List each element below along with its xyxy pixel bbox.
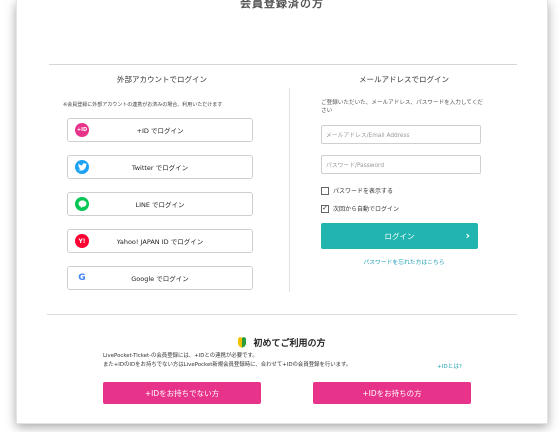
twitter-login-label: Twitter でログイン	[131, 164, 189, 172]
email-login-heading: メールアドレスでログイン	[359, 75, 449, 84]
auto-login-label: 次回から自動でログイン	[333, 206, 400, 213]
external-buttons: +ID +ID でログイン Twitter でログイン LINE でログイン Y…	[67, 118, 257, 290]
yahoo-login-button[interactable]: Y! Yahoo! JAPAN ID でログイン	[67, 229, 253, 253]
plus-id-login-label: +ID でログイン	[136, 127, 184, 135]
twitter-icon	[75, 160, 89, 174]
login-panel: 会員登録済の方 外部アカウントでログイン ※会員登録に外部アカウントの連携がお済…	[16, 0, 548, 424]
yahoo-icon: Y!	[75, 234, 89, 248]
first-time-line-1: LivePocket-Ticket-の会員登録には、+IDとの連携が必要です。	[103, 353, 258, 359]
external-login-note: ※会員登録に外部アカウントの連携がお済みの場合、利用いただけます	[63, 102, 223, 108]
login-button[interactable]: ログイン ›	[321, 223, 478, 249]
yahoo-login-label: Yahoo! JAPAN ID でログイン	[116, 238, 204, 246]
line-icon	[75, 197, 89, 211]
chevron-right-icon: ›	[465, 229, 470, 242]
google-login-label: Google でログイン	[131, 275, 189, 283]
first-time-description: LivePocket-Ticket-の会員登録には、+IDとの連携が必要です。 …	[103, 352, 351, 370]
what-is-plus-id-link[interactable]: +IDとは?	[437, 362, 462, 370]
external-login-heading: 外部アカウントでログイン	[117, 75, 207, 84]
line-login-button[interactable]: LINE でログイン	[67, 192, 253, 216]
first-time-line-2: また+IDのIDをお持ちでない方はLivePocket新規会員登録時に、合わせて…	[103, 362, 352, 368]
forgot-password-link[interactable]: パスワードを忘れた方はこちら	[321, 257, 487, 266]
yahoo-icon-text: Y!	[78, 237, 86, 245]
show-password-label: パスワードを表示する	[333, 188, 394, 195]
twitter-login-button[interactable]: Twitter でログイン	[67, 155, 253, 179]
password-field[interactable]: パスワード/Password	[321, 155, 481, 174]
plus-id-icon-text: +ID	[76, 127, 88, 133]
auto-login-row[interactable]: ✓ 次回から自動でログイン	[321, 204, 487, 213]
line-login-label: LINE でログイン	[135, 201, 185, 209]
first-time-heading: 初めてご利用の方	[17, 336, 547, 349]
column-divider	[289, 88, 290, 292]
show-password-row[interactable]: パスワードを表示する	[321, 186, 487, 195]
email-field[interactable]: メールアドレス/Email Address	[321, 125, 481, 144]
no-plus-id-button[interactable]: +IDをお持ちでない方	[103, 382, 261, 404]
google-icon: G	[75, 271, 89, 285]
google-login-button[interactable]: G Google でログイン	[67, 266, 253, 290]
plus-id-login-button[interactable]: +ID +ID でログイン	[67, 118, 253, 142]
auto-login-checkbox[interactable]: ✓	[321, 204, 329, 213]
email-login-note: ご登録いただいた、メールアドレス、パスワードを入力してください	[321, 100, 483, 114]
divider	[47, 314, 517, 315]
have-plus-id-button[interactable]: +IDをお持ちの方	[313, 382, 471, 404]
first-time-heading-text: 初めてご利用の方	[253, 339, 326, 349]
login-button-label: ログイン	[384, 231, 415, 241]
google-icon-text: G	[78, 273, 86, 283]
beginner-mark-icon	[238, 336, 247, 348]
email-login-section: メールアドレスでログイン ご登録いただいた、メールアドレス、パスワードを入力して…	[321, 74, 487, 266]
check-icon: ✓	[322, 204, 328, 212]
divider	[49, 64, 517, 65]
page-title: 会員登録済の方	[240, 0, 324, 10]
external-login-section: 外部アカウントでログイン ※会員登録に外部アカウントの連携がお済みの場合、利用い…	[63, 74, 257, 290]
plus-id-icon: +ID	[75, 123, 89, 137]
show-password-checkbox[interactable]	[321, 186, 329, 195]
